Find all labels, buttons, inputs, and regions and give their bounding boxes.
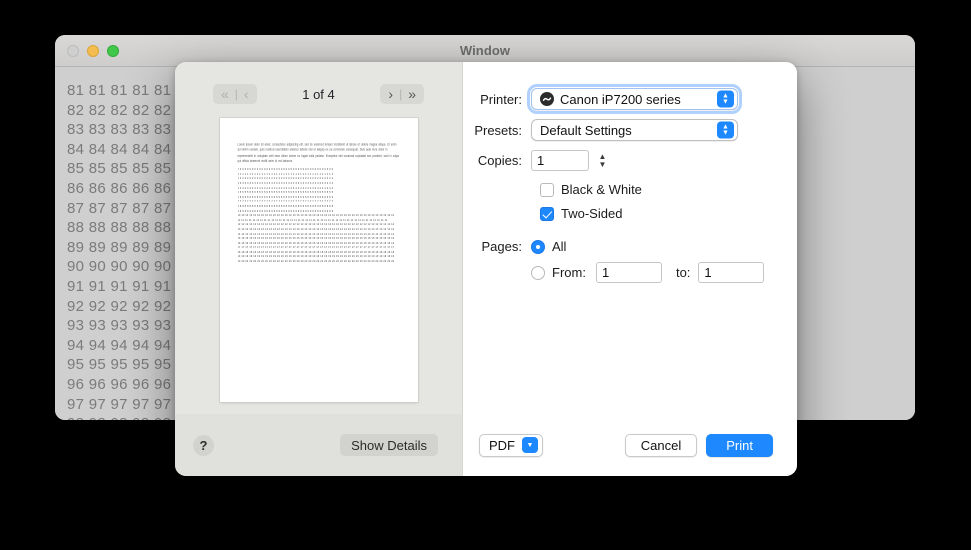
print-dialog-footer: ? Show Details PDF ▼ Cancel Print — [175, 414, 797, 476]
show-details-button[interactable]: Show Details — [340, 434, 438, 456]
stepper-down-icon[interactable]: ▼ — [599, 160, 607, 169]
printer-select[interactable]: Canon iP7200 series ▲ ▼ — [527, 84, 742, 114]
pages-all-row[interactable]: Pages: All — [463, 239, 773, 254]
printer-value: Canon iP7200 series — [560, 91, 681, 107]
printer-label: Printer: — [480, 91, 522, 107]
copies-stepper[interactable]: ▲ ▼ — [595, 150, 610, 171]
next-page-icon[interactable]: › — [386, 87, 395, 101]
copies-label: Copies: — [477, 153, 522, 168]
pager-back-group: « | ‹ — [213, 84, 257, 104]
presets-value: Default Settings — [540, 122, 632, 138]
print-settings-panel: Printer: Canon iP7200 series ▲ ▼ Presets… — [463, 62, 797, 414]
pager-separator-left: | — [234, 87, 238, 101]
pdf-menu-button[interactable]: PDF ▼ — [479, 433, 543, 457]
chevron-down-glyph: ▼ — [722, 98, 729, 105]
copies-row: Copies: 1 ▲ ▼ — [463, 150, 773, 171]
pager-separator-right: | — [399, 87, 403, 101]
pages-to-input[interactable]: 1 — [698, 262, 765, 283]
page-thumbnail[interactable]: Lorem ipsum dolor sit amet, consectetur … — [219, 118, 418, 402]
two-sided-label: Two-Sided — [561, 206, 623, 221]
preview-number-row: 20 20 20 20 20 20 20 20 20 20 20 20 20 2… — [237, 261, 395, 264]
preview-paragraph: Lorem ipsum dolor sit amet, consectetur … — [237, 143, 399, 163]
last-page-icon[interactable]: » — [406, 87, 418, 101]
preview-number-row: 13 13 13 13 13 13 13 13 13 13 13 13 13 1… — [237, 228, 395, 231]
maximize-window-icon[interactable] — [107, 44, 119, 57]
printer-status-icon — [540, 92, 554, 106]
pager-forward-group: › | » — [380, 84, 424, 104]
chevron-updown-icon[interactable]: ▲ ▼ — [717, 121, 734, 139]
close-window-icon[interactable] — [67, 44, 79, 57]
preview-number-block: 0 0 0 0 0 0 0 0 0 0 0 0 0 0 0 0 0 0 0 0 … — [238, 168, 400, 264]
pages-all-label: All — [552, 239, 567, 254]
cancel-button[interactable]: Cancel — [624, 433, 698, 457]
two-sided-row[interactable]: Two-Sided — [463, 206, 773, 221]
two-sided-checkbox[interactable] — [540, 206, 554, 221]
pages-label: Pages: — [481, 239, 522, 254]
pages-range-radio[interactable] — [531, 265, 545, 280]
chevron-down-icon[interactable]: ▼ — [522, 437, 538, 453]
presets-select[interactable]: Default Settings ▲ ▼ — [531, 119, 738, 141]
black-and-white-label: Black & White — [561, 182, 642, 197]
minimize-window-icon[interactable] — [87, 44, 99, 57]
print-dialog-body: « | ‹ 1 of 4 › | » Lorem ipsum dolor sit… — [175, 62, 797, 414]
presets-label: Presets: — [474, 122, 522, 138]
pages-range-row[interactable]: From: 1 to: 1 — [463, 262, 773, 283]
pages-all-radio[interactable] — [531, 239, 545, 254]
black-and-white-row[interactable]: Black & White — [463, 182, 773, 197]
window-title: Window — [459, 43, 511, 58]
chevron-updown-icon[interactable]: ▲ ▼ — [717, 90, 734, 108]
copies-input[interactable]: 1 — [531, 150, 589, 171]
pages-to-label: to: — [675, 265, 691, 280]
footer-left-group: ? Show Details — [175, 414, 463, 476]
print-preview-panel: « | ‹ 1 of 4 › | » Lorem ipsum dolor sit… — [175, 62, 463, 414]
first-page-icon[interactable]: « — [219, 87, 231, 101]
help-button[interactable]: ? — [193, 434, 214, 456]
pdf-button-label: PDF — [489, 437, 515, 453]
footer-right-group: PDF ▼ Cancel Print — [463, 414, 797, 476]
black-and-white-checkbox[interactable] — [540, 182, 554, 197]
page-indicator: 1 of 4 — [302, 86, 335, 102]
printer-row: Printer: Canon iP7200 series ▲ ▼ — [463, 84, 773, 114]
preview-pager: « | ‹ 1 of 4 › | » — [175, 84, 462, 104]
preview-number-row: 15 15 15 15 15 15 15 15 15 15 15 15 15 1… — [237, 238, 395, 241]
chevron-down-glyph: ▼ — [722, 129, 729, 136]
pages-from-input[interactable]: 1 — [595, 262, 662, 283]
previous-page-icon[interactable]: ‹ — [242, 87, 251, 101]
pages-from-label: From: — [552, 265, 586, 280]
print-button[interactable]: Print — [706, 433, 773, 457]
traffic-light-buttons — [67, 44, 119, 57]
print-dialog: « | ‹ 1 of 4 › | » Lorem ipsum dolor sit… — [175, 62, 797, 476]
presets-row: Presets: Default Settings ▲ ▼ — [463, 119, 773, 141]
